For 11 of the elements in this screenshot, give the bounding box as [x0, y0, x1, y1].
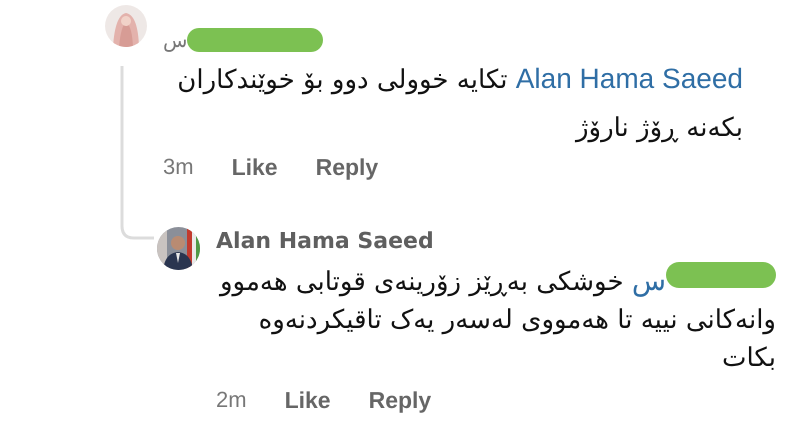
- like-link[interactable]: Like: [284, 386, 331, 414]
- reply-link[interactable]: Reply: [368, 386, 432, 414]
- comment-text: س خوشکی بەڕێز زۆرینەی قوتابی هەموو وانەکانی نییە تا هەمووی لەسەر یەک تاقیکردنەوە بکات: [216, 262, 776, 377]
- reply-link[interactable]: Reply: [316, 154, 378, 180]
- author-name[interactable]: س: [163, 28, 188, 52]
- author-name[interactable]: Alan Hama Saeed: [216, 228, 434, 254]
- timestamp: 2m: [216, 387, 247, 413]
- like-link[interactable]: Like: [232, 154, 278, 180]
- mention-link[interactable]: س: [632, 265, 666, 296]
- timestamp: 3m: [163, 154, 194, 180]
- mention-link[interactable]: Alan Hama Saeed: [516, 63, 743, 94]
